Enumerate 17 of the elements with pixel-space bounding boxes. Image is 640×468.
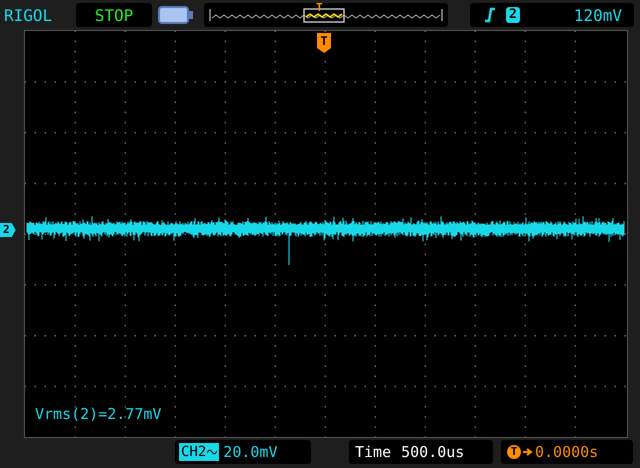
battery-icon [158, 6, 194, 24]
channel-label: CH2 [181, 443, 206, 461]
ac-coupling-icon [207, 448, 218, 456]
trigger-offset: 0.0000s [535, 443, 598, 461]
time-per-div: 500.0us [401, 443, 464, 461]
trigger-source-badge: 2 [506, 7, 520, 23]
trigger-level: 120mV [574, 6, 622, 24]
arrow-icon [523, 447, 533, 457]
trigger-badge: T [507, 445, 521, 459]
measurement-readout: Vrms(2)=2.77mV [35, 405, 162, 423]
volts-per-div: 20.0mV [223, 443, 278, 461]
rising-edge-icon [484, 7, 496, 23]
trigger-marker: T [317, 33, 331, 53]
run-state-indicator: STOP [76, 3, 152, 27]
brand-label: RIGOL [4, 6, 54, 24]
time-label: Time [355, 443, 392, 461]
channel-marker: 2 [0, 223, 16, 237]
